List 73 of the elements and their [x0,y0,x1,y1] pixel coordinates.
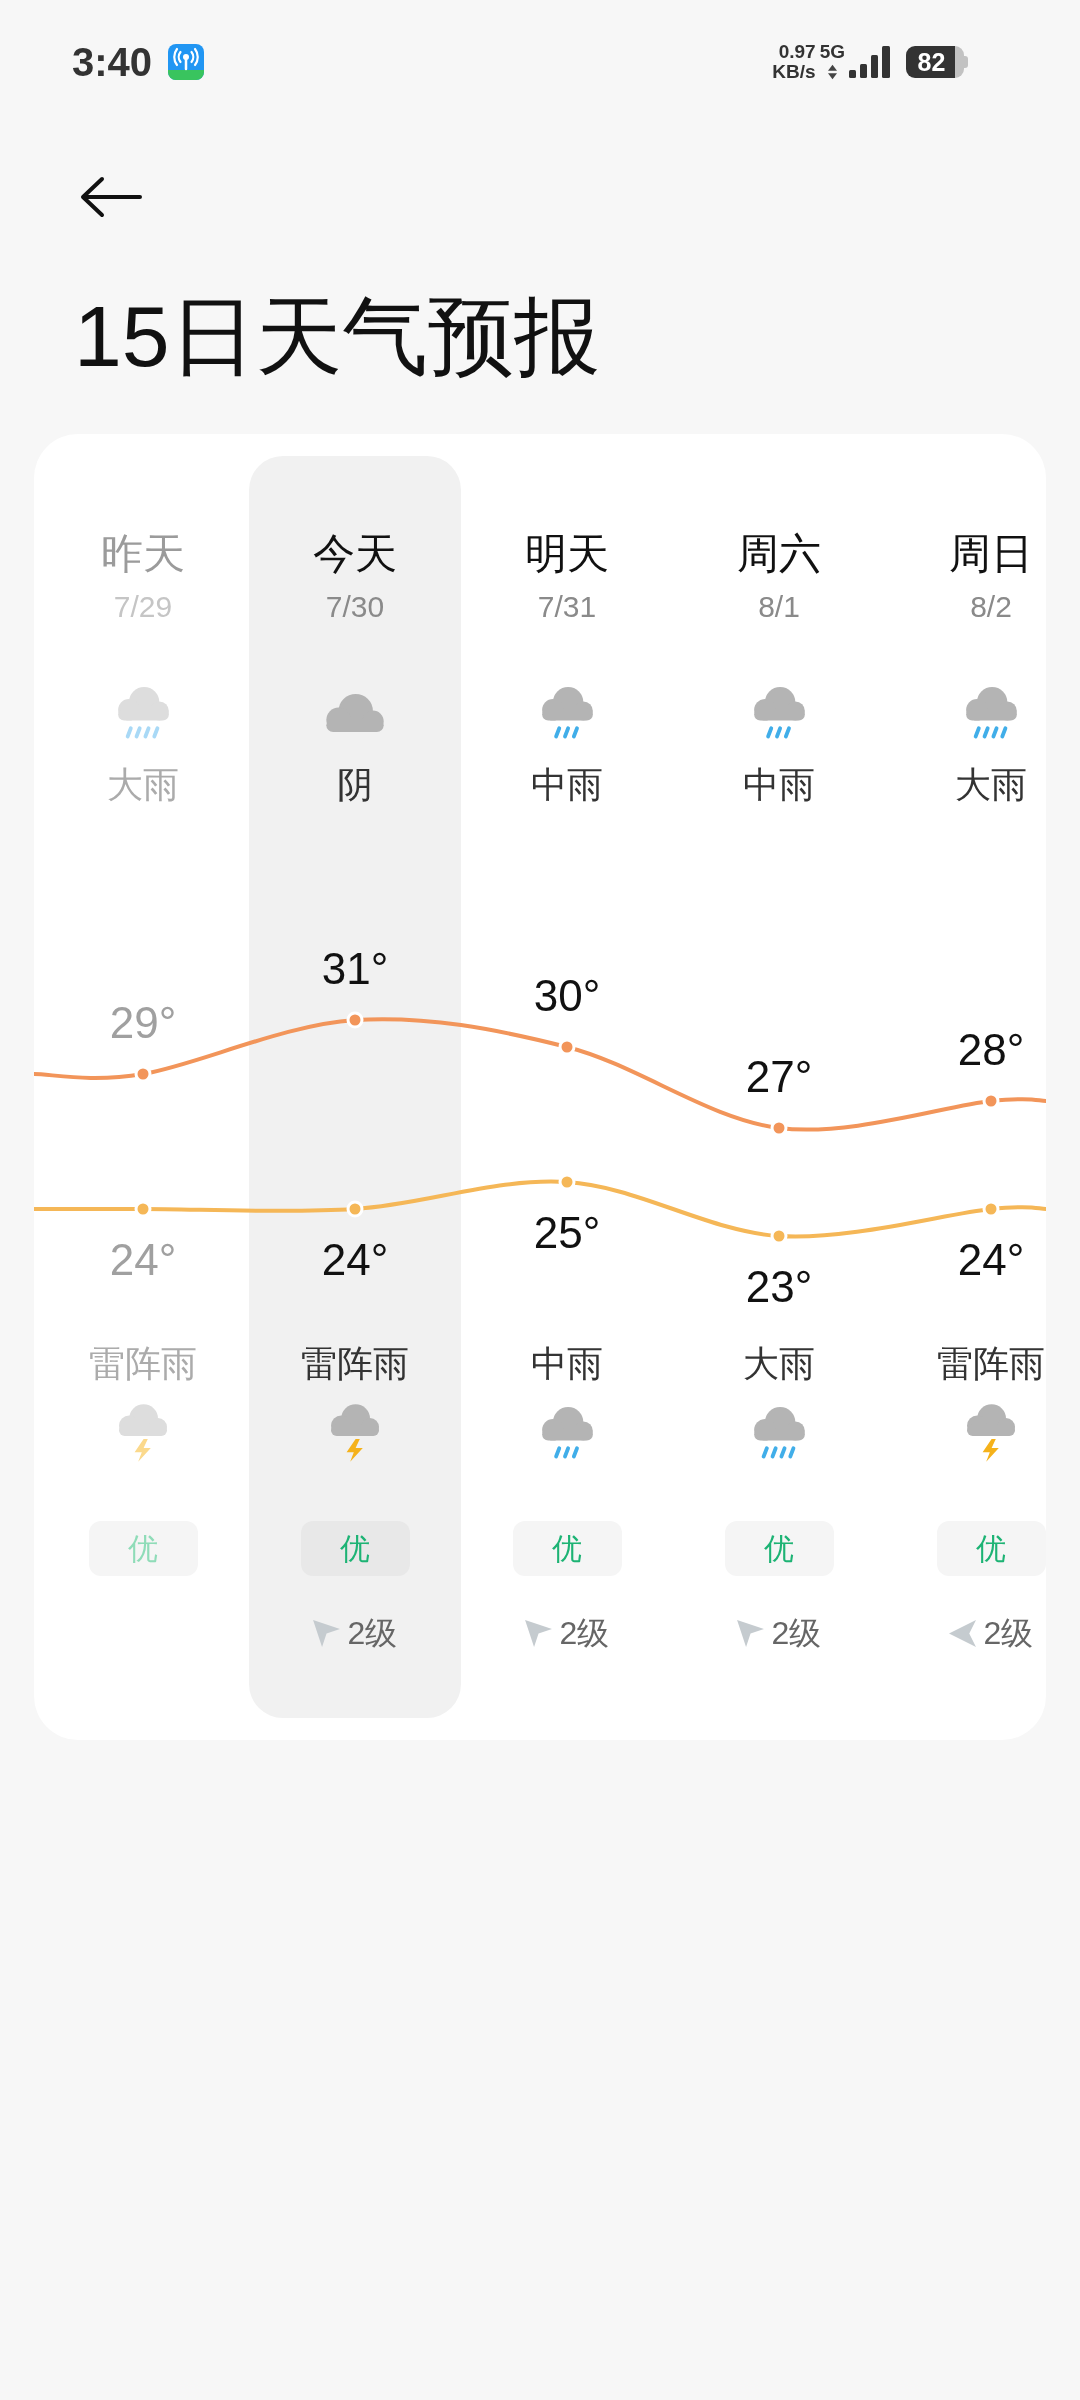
wind-level: 2级 [983,1614,1034,1653]
wind-level: 2级 [347,1614,398,1653]
temperature-point [982,1200,1000,1218]
wind-level: 2级 [559,1614,610,1653]
rain-cloud-icon [965,687,1017,739]
temperature-label: 29° [109,998,177,1047]
battery-indicator: 82 [906,46,968,78]
rain-cloud-icon [753,1407,805,1459]
day-name: 昨天 [101,529,185,579]
day-name: 今天 [313,529,397,579]
temperature-point [770,1119,788,1137]
air-quality-badge: 优 [300,1521,410,1576]
cloud-icon [326,694,384,732]
day-date: 7/29 [113,589,173,625]
weather-text: 雷阵雨 [89,1342,197,1386]
weather-text: 雷阵雨 [301,1342,409,1386]
air-quality-badge: 优 [88,1521,198,1576]
wind-direction-icon [312,1619,340,1647]
day-name: 明天 [525,529,609,579]
air-quality-badge: 优 [512,1521,622,1576]
weather-text: 中雨 [743,763,815,807]
network-speed: 0.97 [778,42,816,62]
signal-icon [849,46,890,78]
temperature-point [558,1038,576,1056]
temperature-point [134,1200,152,1218]
weather-text: 中雨 [531,763,603,807]
app-notification-icon [168,44,205,80]
temperature-point [770,1227,788,1245]
temperature-label: 27° [745,1052,813,1101]
wind-direction-icon [948,1619,976,1647]
temperature-label: 24° [957,1235,1025,1284]
rain-cloud-icon [541,687,593,739]
air-quality-badge: 优 [724,1521,834,1576]
wind-level: 2级 [771,1614,822,1653]
rain-cloud-icon [541,1407,593,1459]
day-name: 周日 [949,529,1033,579]
thunder-cloud-icon [967,1404,1015,1462]
temperature-label: 31° [321,944,389,993]
weather-text: 大雨 [743,1342,815,1386]
rain-cloud-icon [117,687,169,739]
data-arrows-icon [827,64,837,80]
network-type: 5G [819,42,845,62]
air-quality-badge: 优 [936,1521,1046,1576]
temperature-point [346,1011,364,1029]
temperature-label: 24° [109,1235,177,1284]
day-date: 7/31 [537,589,597,625]
day-date: 8/2 [970,589,1012,625]
rain-cloud-icon [753,687,805,739]
day-date: 7/30 [325,589,385,625]
temperature-label: 23° [745,1262,813,1311]
wind-direction-icon [736,1619,764,1647]
temperature-label: 25° [533,1208,601,1257]
temperature-point [346,1200,364,1218]
temperature-label: 28° [957,1025,1025,1074]
back-arrow-icon[interactable] [80,176,142,218]
network-speed-unit: KB/s [772,62,816,82]
weather-text: 中雨 [531,1342,603,1386]
day-date: 8/1 [758,589,800,625]
temperature-point [982,1092,1000,1110]
temperature-label: 24° [321,1235,389,1284]
thunder-cloud-icon [331,1404,379,1462]
thunder-cloud-icon [119,1404,167,1462]
temperature-point [558,1173,576,1191]
weather-text: 大雨 [107,763,179,807]
temperature-point [134,1065,152,1083]
page-title: 15日天气预报 [74,287,600,386]
clock-time: 3:40 [72,42,153,82]
wind-direction-icon [524,1619,552,1647]
day-name: 周六 [737,529,821,579]
weather-text: 雷阵雨 [937,1342,1045,1386]
weather-text: 阴 [337,763,373,807]
weather-text: 大雨 [955,763,1027,807]
temperature-label: 30° [533,971,601,1020]
